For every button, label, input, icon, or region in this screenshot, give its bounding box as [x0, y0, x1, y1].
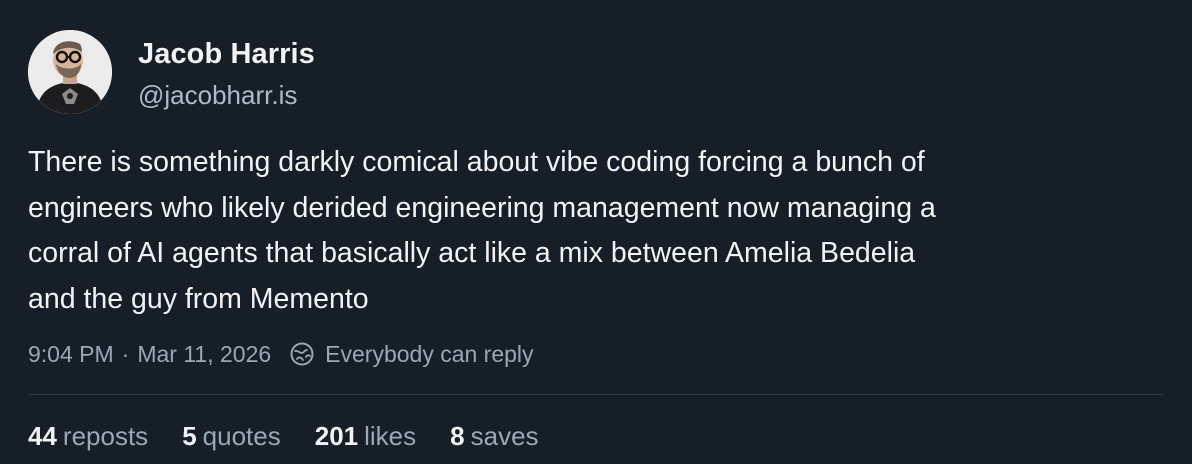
reposts-stat[interactable]: 44 reposts — [28, 416, 148, 456]
post-date[interactable]: Mar 11, 2026 — [137, 341, 271, 368]
reply-setting[interactable]: Everybody can reply — [325, 341, 533, 368]
saves-stat[interactable]: 8 saves — [450, 416, 538, 456]
saves-count: 8 — [450, 421, 465, 451]
quotes-label: quotes — [202, 421, 281, 451]
saves-label: saves — [470, 421, 539, 451]
divider — [28, 394, 1164, 395]
quotes-count: 5 — [182, 421, 197, 451]
likes-stat[interactable]: 201 likes — [315, 416, 416, 456]
likes-label: likes — [364, 421, 417, 451]
post-text: There is something darkly comical about … — [28, 146, 936, 315]
meta-separator: · — [121, 340, 130, 367]
post-time[interactable]: 9:04 PM — [28, 341, 114, 368]
author-display-name[interactable]: Jacob Harris — [138, 36, 315, 72]
post-stats: 44 reposts 5 quotes 201 likes 8 saves — [28, 416, 573, 456]
globe-icon — [289, 341, 315, 367]
post-card: Jacob Harris @jacobharr.is There is some… — [0, 0, 1192, 464]
author-names: Jacob Harris @jacobharr.is — [138, 36, 315, 112]
author-avatar[interactable] — [28, 30, 112, 114]
avatar-photo-icon — [28, 30, 112, 114]
quotes-stat[interactable]: 5 quotes — [182, 416, 281, 456]
likes-count: 201 — [314, 421, 359, 451]
reposts-count: 44 — [28, 421, 57, 451]
post-header: Jacob Harris @jacobharr.is — [28, 30, 315, 116]
author-handle[interactable]: @jacobharr.is — [138, 78, 315, 112]
post-meta: 9:04 PM · Mar 11, 2026 Everybody can rep… — [28, 336, 534, 372]
reposts-label: reposts — [62, 421, 149, 451]
